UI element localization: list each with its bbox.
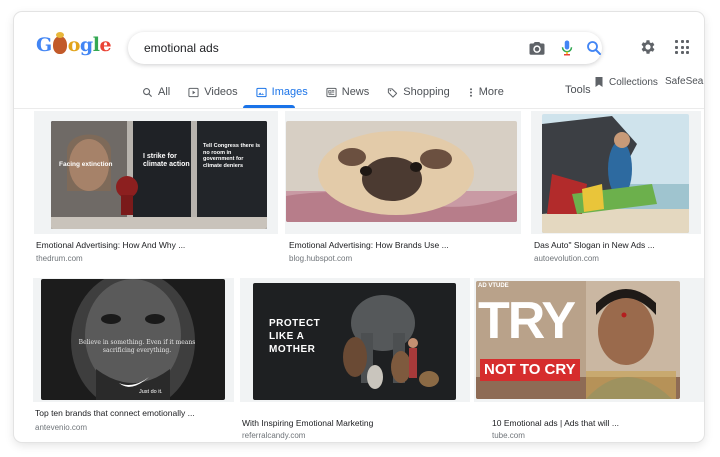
tab-label: Images — [271, 86, 308, 98]
thumbnail[interactable] — [286, 121, 517, 222]
search-box[interactable] — [128, 32, 602, 64]
safesearch-link[interactable]: SafeSear — [665, 76, 704, 87]
thumbnail[interactable] — [542, 114, 689, 233]
result-source[interactable]: referralcandy.com — [242, 431, 305, 440]
doodle-icon — [52, 32, 67, 54]
gear-icon[interactable] — [639, 38, 657, 56]
collections-label: Collections — [609, 76, 658, 88]
dots-icon — [469, 87, 472, 97]
overlay-text-right: Tell Congress there is no room in govern… — [203, 143, 261, 169]
tools-button[interactable]: Tools — [565, 84, 591, 96]
tab-shopping[interactable]: Shopping — [387, 82, 450, 102]
thumbnail[interactable]: AD VTUDE TRY NOT TO CRY — [476, 281, 680, 399]
collections-link[interactable]: Collections — [594, 76, 658, 88]
microphone-icon[interactable] — [558, 39, 576, 57]
thumbnail[interactable]: Facing extinction I strike for climate a… — [51, 121, 267, 229]
play-icon — [188, 87, 199, 97]
car-beach-image — [542, 114, 689, 233]
apps-grid-icon[interactable] — [675, 40, 689, 54]
image-icon — [256, 87, 267, 97]
overlay-corner: AD VTUDE — [478, 283, 509, 289]
tag-icon — [388, 87, 398, 98]
header-divider — [14, 108, 704, 109]
tab-label: News — [341, 86, 370, 98]
overlay-sub-label: NOT TO CRY — [484, 361, 576, 378]
image-result[interactable]: Facing extinction I strike for climate a… — [34, 111, 278, 266]
overlay-big-text: TRY — [478, 292, 576, 350]
search-tabs: All Videos Images News Shopping More — [142, 82, 522, 102]
result-caption[interactable]: Emotional Advertising: How And Why ... — [36, 240, 185, 250]
google-logo[interactable]: Gogle — [36, 32, 112, 56]
camera-icon[interactable] — [528, 39, 546, 57]
image-result[interactable]: PROTECT LIKE A MOTHER With Inspiring Emo… — [240, 278, 470, 440]
tab-videos[interactable]: Videos — [188, 82, 238, 102]
tab-label: Videos — [204, 86, 238, 98]
overlay-tagline: Just do it. — [139, 389, 163, 395]
tab-more[interactable]: More — [468, 82, 504, 102]
overlay-text-left: Facing extinction — [59, 161, 113, 168]
thumbnail[interactable]: Believe in something. Even if it means s… — [41, 279, 225, 400]
news-icon — [326, 87, 337, 97]
browser-frame: Gogle All Videos Images News Shoppi — [14, 12, 704, 442]
tab-all[interactable]: All — [142, 82, 170, 102]
result-caption[interactable]: Emotional Advertising: How Brands Use ..… — [289, 240, 449, 250]
result-caption[interactable]: With Inspiring Emotional Marketing — [242, 418, 373, 428]
pug-image — [286, 121, 517, 222]
overlay-quote: Believe in something. Even if it means s… — [78, 339, 196, 354]
result-source[interactable]: blog.hubspot.com — [289, 254, 352, 263]
bookmark-icon — [595, 77, 603, 87]
tab-images[interactable]: Images — [256, 82, 308, 102]
tab-label: Shopping — [403, 86, 450, 98]
tab-news[interactable]: News — [326, 82, 370, 102]
overlay-headline: PROTECT LIKE A MOTHER — [269, 318, 321, 355]
climate-protest-image — [51, 121, 267, 229]
tab-label: All — [158, 86, 171, 98]
image-result[interactable]: Believe in something. Even if it means s… — [33, 278, 234, 436]
image-result[interactable]: AD VTUDE TRY NOT TO CRY 10 Emotional ads… — [474, 278, 704, 440]
result-source[interactable]: tube.com — [492, 431, 525, 440]
result-source[interactable]: thedrum.com — [36, 254, 83, 263]
thumbnail[interactable]: PROTECT LIKE A MOTHER — [253, 283, 456, 400]
search-icon[interactable] — [585, 39, 603, 57]
overlay-sub-text: NOT TO CRY — [480, 359, 580, 381]
search-icon — [143, 87, 153, 97]
result-source[interactable]: autoevolution.com — [534, 254, 599, 263]
tab-label: More — [478, 86, 504, 98]
result-caption[interactable]: 10 Emotional ads | Ads that will ... — [492, 418, 619, 428]
image-result[interactable]: Das Auto" Slogan in New Ads ... autoevol… — [531, 111, 701, 266]
search-input[interactable] — [144, 38, 504, 58]
result-source[interactable]: antevenio.com — [35, 423, 87, 432]
image-result[interactable]: Emotional Advertising: How Brands Use ..… — [285, 111, 521, 266]
overlay-text-mid: I strike for climate action — [143, 153, 190, 169]
result-caption[interactable]: Das Auto" Slogan in New Ads ... — [534, 240, 655, 250]
result-caption[interactable]: Top ten brands that connect emotionally … — [35, 408, 195, 418]
